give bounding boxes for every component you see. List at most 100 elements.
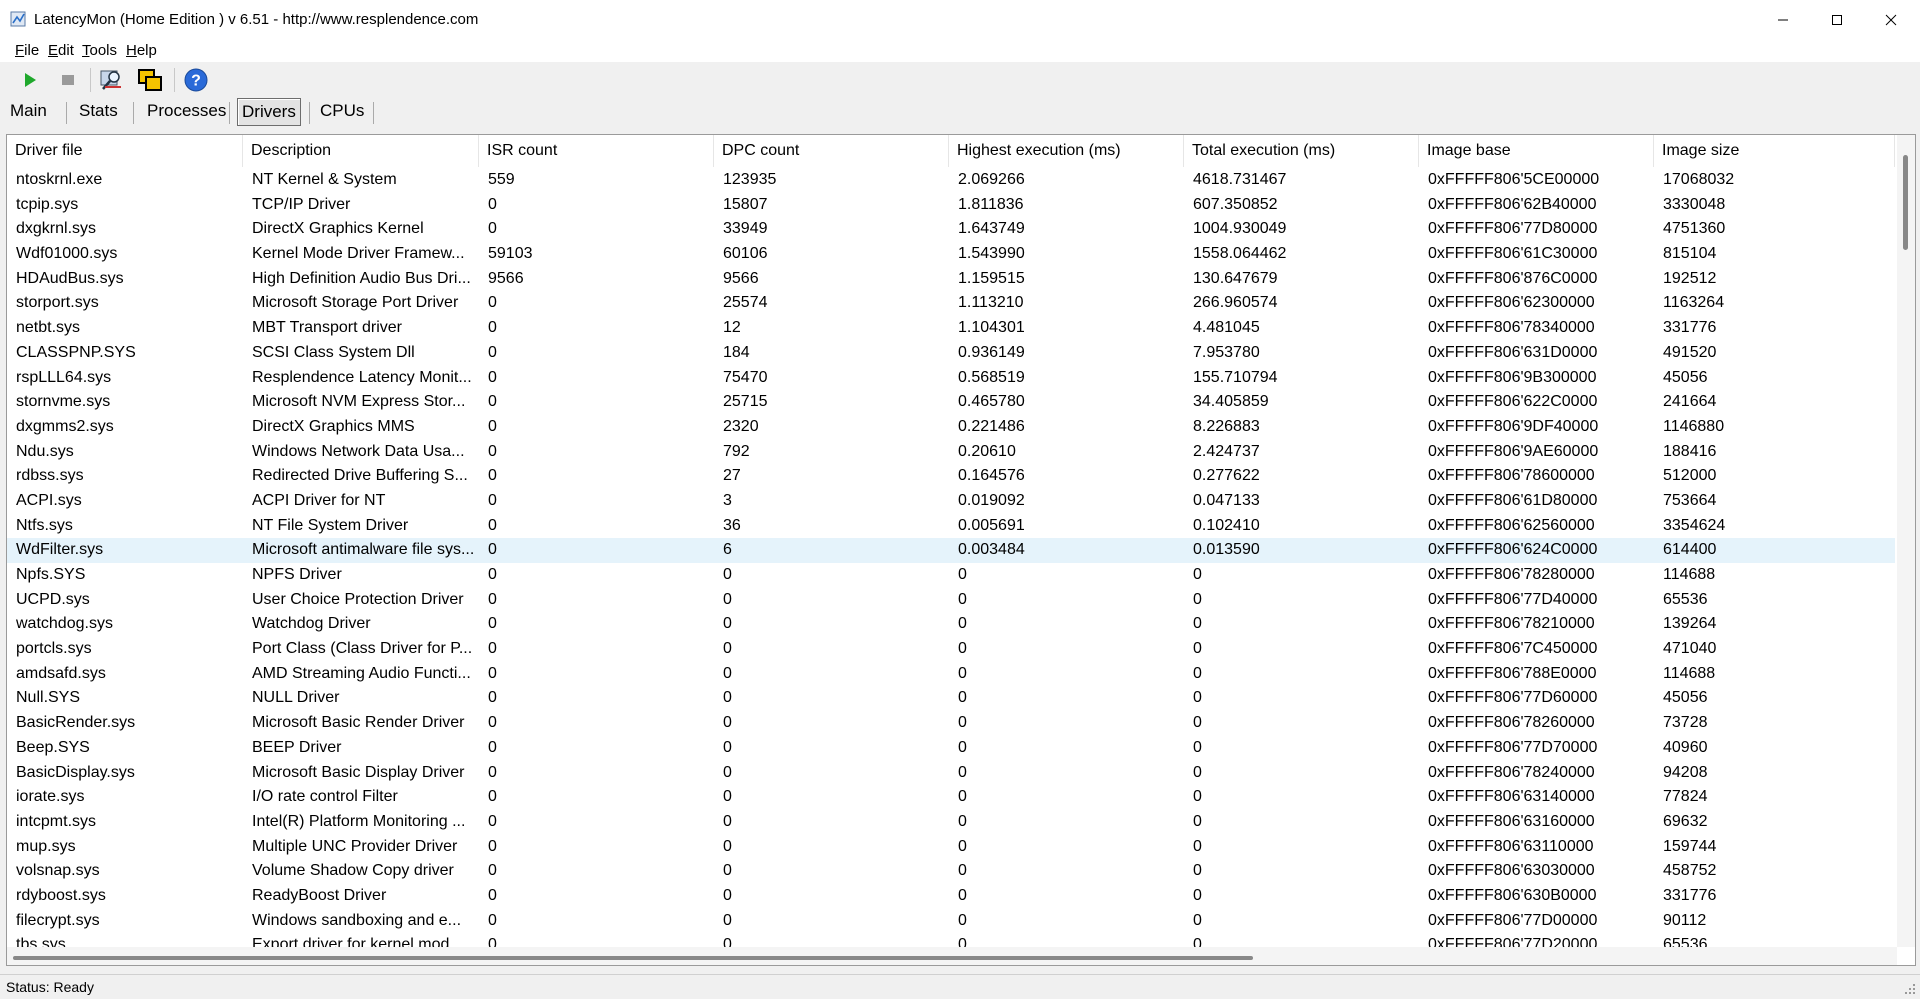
table-row[interactable]: BasicDisplay.sys Microsoft Basic Display … <box>7 761 1895 786</box>
cell-total-execution: 155.710794 <box>1193 368 1278 386</box>
cell-total-execution: 266.960574 <box>1193 294 1278 312</box>
cell-isr-count: 0 <box>488 195 497 213</box>
cell-dpc-count: 0 <box>723 837 732 855</box>
help-button[interactable]: ? <box>182 66 210 94</box>
table-row[interactable]: UCPD.sys User Choice Protection Driver 0 0 0… <box>7 588 1895 613</box>
tab-bar: Main Stats Processes Drivers CPUs <box>0 98 1920 126</box>
menu-tools[interactable]: Tools <box>82 42 117 59</box>
cell-driver-file: storport.sys <box>16 294 99 312</box>
tab-cpus[interactable]: CPUs <box>316 98 368 124</box>
column-header-image-base[interactable]: Image base <box>1419 135 1654 167</box>
cell-dpc-count: 9566 <box>723 269 759 287</box>
cell-isr-count: 0 <box>488 788 497 806</box>
cell-driver-file: stornvme.sys <box>16 393 111 411</box>
column-header-highest-execution[interactable]: Highest execution (ms) <box>949 135 1184 167</box>
table-row[interactable]: rdbss.sys Redirected Drive Buffering S...… <box>7 464 1895 489</box>
cell-highest-execution: 0 <box>958 812 967 830</box>
table-row[interactable]: Beep.SYS BEEP Driver 0 0 0 0 0xFFFFF806'77D700… <box>7 736 1895 761</box>
cell-isr-count: 59103 <box>488 245 533 263</box>
cell-isr-count: 0 <box>488 343 497 361</box>
table-row[interactable]: dxgkrnl.sys DirectX Graphics Kernel 0 33949… <box>7 217 1895 242</box>
cell-description: Microsoft Basic Render Driver <box>252 714 465 732</box>
table-row[interactable]: CLASSPNP.SYS SCSI Class System Dll 0 184 0.9… <box>7 341 1895 366</box>
vertical-scroll-thumb[interactable] <box>1903 155 1908 250</box>
cell-isr-count: 0 <box>488 491 497 509</box>
table-row[interactable]: mup.sys Multiple UNC Provider Driver 0 0 0 0 0… <box>7 835 1895 860</box>
cell-highest-execution: 0.20610 <box>958 442 1016 460</box>
table-row[interactable]: ACPI.sys ACPI Driver for NT 0 3 0.019092 0.04… <box>7 489 1895 514</box>
table-row[interactable]: netbt.sys MBT Transport driver 0 12 1.104301… <box>7 316 1895 341</box>
table-row[interactable]: rdyboost.sys ReadyBoost Driver 0 0 0 0 0xFFFFF… <box>7 884 1895 909</box>
cell-driver-file: CLASSPNP.SYS <box>16 343 136 361</box>
tab-drivers[interactable]: Drivers <box>237 98 301 126</box>
play-icon <box>25 73 36 87</box>
table-row[interactable]: portcls.sys Port Class (Class Driver for … <box>7 637 1895 662</box>
cell-dpc-count: 60106 <box>723 245 768 263</box>
table-row[interactable]: iorate.sys I/O rate control Filter 0 0 0 0 0xF… <box>7 785 1895 810</box>
maximize-button[interactable] <box>1810 0 1864 40</box>
table-row[interactable]: storport.sys Microsoft Storage Port Drive… <box>7 291 1895 316</box>
close-icon <box>1885 14 1897 26</box>
column-header-isr-count[interactable]: ISR count <box>479 135 714 167</box>
horizontal-scrollbar[interactable] <box>7 947 1897 965</box>
cell-highest-execution: 0.005691 <box>958 516 1025 534</box>
cell-image-size: 491520 <box>1663 343 1717 361</box>
cell-highest-execution: 0 <box>958 862 967 880</box>
cell-description: Windows Network Data Usa... <box>252 442 465 460</box>
table-row[interactable]: intcpmt.sys Intel(R) Platform Monitoring … <box>7 810 1895 835</box>
windows-button[interactable] <box>136 66 164 94</box>
table-row[interactable]: watchdog.sys Watchdog Driver 0 0 0 0 0xFFFFF80… <box>7 612 1895 637</box>
resize-grip-icon[interactable] <box>1902 981 1916 995</box>
table-row[interactable]: WdFilter.sys Microsoft antimalware file s… <box>7 538 1895 563</box>
tab-main[interactable]: Main <box>6 98 51 124</box>
cell-dpc-count: 25715 <box>723 393 768 411</box>
table-row[interactable]: Wdf01000.sys Kernel Mode Driver Framew...… <box>7 242 1895 267</box>
column-header-dpc-count[interactable]: DPC count <box>714 135 949 167</box>
cell-image-base: 0xFFFFF806'62560000 <box>1428 516 1595 534</box>
table-row[interactable]: dxgmms2.sys DirectX Graphics MMS 0 2320 0.22… <box>7 415 1895 440</box>
table-row[interactable]: filecrypt.sys Windows sandboxing and e...… <box>7 909 1895 934</box>
table-row[interactable]: amdsafd.sys AMD Streaming Audio Functi...… <box>7 662 1895 687</box>
cell-isr-count: 0 <box>488 417 497 435</box>
table-row[interactable]: Null.SYS NULL Driver 0 0 0 0 0xFFFFF806'77D600… <box>7 686 1895 711</box>
cell-description: High Definition Audio Bus Dri... <box>252 269 471 287</box>
column-header-driver-file[interactable]: Driver file <box>7 135 243 167</box>
drivers-table[interactable]: Driver file Description ISR count DPC co… <box>6 134 1916 966</box>
table-row[interactable]: tcpip.sys TCP/IP Driver 0 15807 1.811836 607.… <box>7 193 1895 218</box>
cell-image-size: 3354624 <box>1663 516 1726 534</box>
stop-button[interactable] <box>54 66 82 94</box>
table-row[interactable]: HDAudBus.sys High Definition Audio Bus Dr… <box>7 267 1895 292</box>
cell-description: MBT Transport driver <box>252 319 402 337</box>
close-button[interactable] <box>1864 0 1918 40</box>
menu-help[interactable]: Help <box>126 42 157 59</box>
minimize-button[interactable] <box>1756 0 1810 40</box>
table-row[interactable]: ntoskrnl.exe NT Kernel & System 559 123935 2… <box>7 168 1895 193</box>
tab-processes[interactable]: Processes <box>143 98 230 124</box>
cell-image-base: 0xFFFFF806'78340000 <box>1428 319 1595 337</box>
table-row[interactable]: volsnap.sys Volume Shadow Copy driver 0 0 0 0… <box>7 859 1895 884</box>
table-row[interactable]: Ntfs.sys NT File System Driver 0 36 0.005691… <box>7 514 1895 539</box>
column-header-total-execution[interactable]: Total execution (ms) <box>1184 135 1419 167</box>
cell-image-size: 331776 <box>1663 886 1717 904</box>
menu-edit[interactable]: Edit <box>48 42 74 59</box>
cell-total-execution: 0 <box>1193 566 1202 583</box>
cell-dpc-count: 75470 <box>723 368 768 386</box>
column-header-description[interactable]: Description <box>243 135 479 167</box>
column-header-image-size[interactable]: Image size <box>1654 135 1895 167</box>
vertical-scrollbar[interactable] <box>1897 135 1915 947</box>
cell-description: Watchdog Driver <box>252 615 371 633</box>
app-icon <box>10 10 28 28</box>
table-row[interactable]: Npfs.SYS NPFS Driver 0 0 0 0 0xFFFFF806'782800… <box>7 563 1895 588</box>
table-row[interactable]: rspLLL64.sys Resplendence Latency Monit..… <box>7 366 1895 391</box>
analyze-button[interactable] <box>98 66 126 94</box>
table-row[interactable]: stornvme.sys Microsoft NVM Express Stor..… <box>7 390 1895 415</box>
cell-image-size: 40960 <box>1663 738 1708 756</box>
table-row[interactable]: BasicRender.sys Microsoft Basic Render Dr… <box>7 711 1895 736</box>
cell-image-size: 90112 <box>1663 911 1707 929</box>
menu-file[interactable]: File <box>15 42 39 59</box>
start-button[interactable] <box>16 66 44 94</box>
table-row[interactable]: Ndu.sys Windows Network Data Usa... 0 792 0.… <box>7 440 1895 465</box>
cell-image-base: 0xFFFFF806'77D60000 <box>1428 689 1598 707</box>
horizontal-scroll-thumb[interactable] <box>13 956 1253 960</box>
tab-stats[interactable]: Stats <box>75 98 122 124</box>
